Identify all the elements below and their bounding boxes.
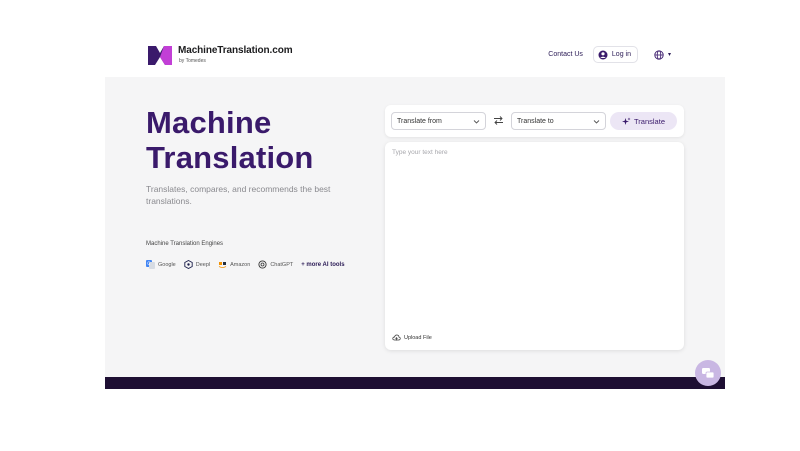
language-selector[interactable]: ▾ xyxy=(654,49,671,60)
login-label: Log in xyxy=(611,51,631,58)
engine-label: ChatGPT xyxy=(270,261,294,268)
globe-icon xyxy=(654,49,664,60)
source-text-placeholder: Type your text here xyxy=(392,149,448,156)
chevron-down-icon xyxy=(593,119,600,124)
chat-widget-button[interactable] xyxy=(695,360,721,386)
engine-deepl: Deepl xyxy=(184,260,210,269)
amazon-icon xyxy=(218,262,227,268)
title-line-2: Translation xyxy=(146,140,314,175)
logo-byline: by Tomedes xyxy=(179,58,206,64)
chat-bubbles-icon xyxy=(702,368,715,379)
google-translate-icon: G xyxy=(146,260,155,269)
engines-list: G Google Deepl Amazon ChatGPT + more AI … xyxy=(146,260,345,269)
deepl-icon xyxy=(184,260,193,269)
upload-file-label: Upload File xyxy=(404,334,432,341)
login-button[interactable]: Log in xyxy=(592,46,638,63)
more-ai-tools-link[interactable]: + more AI tools xyxy=(301,262,344,268)
page-title: Machine Translation xyxy=(146,105,314,175)
translate-to-select[interactable]: Translate to xyxy=(511,112,606,130)
title-line-1: Machine xyxy=(146,105,272,140)
engines-label: Machine Translation Engines xyxy=(146,241,224,247)
chatgpt-icon xyxy=(258,260,267,269)
chevron-down-icon: ▾ xyxy=(667,52,671,58)
top-nav: Contact Us Log in ▾ xyxy=(548,46,671,63)
swap-languages-icon[interactable] xyxy=(493,115,504,126)
translate-button-label: Translate xyxy=(634,116,665,126)
translate-from-label: Translate from xyxy=(397,117,442,125)
sparkle-icon xyxy=(622,117,631,125)
hero-section: Machine Translation Translates, compares… xyxy=(105,77,725,377)
logo[interactable]: MachineTranslation.com by Tomedes xyxy=(148,45,293,65)
engine-google: G Google xyxy=(146,260,176,269)
translate-toolbar: Translate from Translate to Translate xyxy=(385,105,684,137)
engine-chatgpt: ChatGPT xyxy=(258,260,293,269)
translate-button[interactable]: Translate xyxy=(610,112,677,130)
hero-subtitle: Translates, compares, and recommends the… xyxy=(146,184,331,206)
engine-amazon: Amazon xyxy=(218,260,250,269)
source-text-area[interactable]: Type your text here Upload File xyxy=(385,142,684,350)
engine-label: Deepl xyxy=(195,261,211,268)
chevron-down-icon xyxy=(473,119,480,124)
translate-to-label: Translate to xyxy=(517,117,554,125)
upload-file-button[interactable]: Upload File xyxy=(392,333,432,342)
engine-label: Google xyxy=(158,261,176,268)
footer-bar xyxy=(105,377,725,389)
translate-from-select[interactable]: Translate from xyxy=(391,112,486,130)
logo-mark-icon xyxy=(148,46,172,65)
cloud-upload-icon xyxy=(392,334,401,341)
contact-us-link[interactable]: Contact Us xyxy=(548,51,583,58)
logo-name: MachineTranslation.com xyxy=(178,45,293,56)
svg-text:G: G xyxy=(147,261,150,266)
site-header: MachineTranslation.com by Tomedes Contac… xyxy=(105,0,725,77)
engine-label: Amazon xyxy=(230,261,251,268)
user-circle-icon xyxy=(598,50,608,59)
